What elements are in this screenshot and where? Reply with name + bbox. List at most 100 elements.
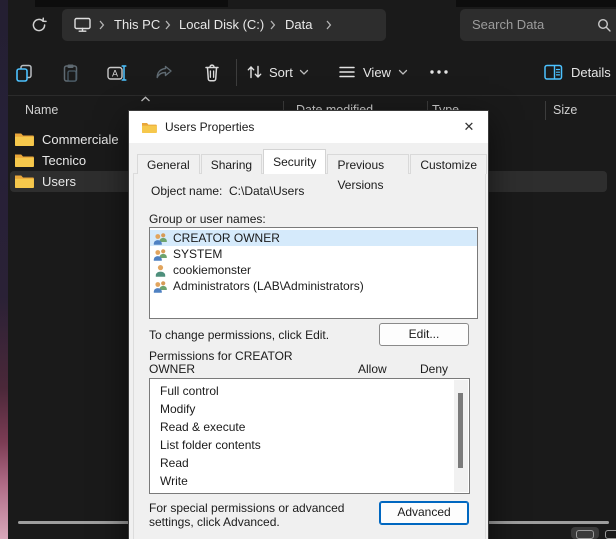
vertical-scrollbar-track[interactable]	[454, 380, 468, 492]
tab-bar-gap	[456, 0, 616, 7]
tab-previous-versions[interactable]: Previous Versions	[327, 154, 409, 174]
delete-icon	[202, 62, 222, 83]
list-item-cookiemonster[interactable]: cookiemonster	[150, 262, 477, 278]
permission-row-modify[interactable]: Modify	[150, 400, 469, 418]
details-panel-icon	[544, 64, 563, 81]
paste-icon	[60, 63, 80, 83]
file-name: Commerciale	[42, 132, 119, 147]
deny-column-label: Deny	[420, 362, 448, 376]
copy-button[interactable]	[14, 63, 34, 83]
principal-name: CREATOR OWNER	[173, 231, 280, 245]
close-icon[interactable]: ✕	[460, 118, 478, 136]
sort-icon	[246, 63, 263, 81]
user-icon	[153, 264, 168, 277]
breadcrumb-item-data[interactable]: Data	[285, 9, 312, 41]
chevron-down-icon	[398, 69, 408, 76]
view-icon	[338, 63, 356, 81]
search-input[interactable]: Search Data	[460, 9, 616, 41]
sort-label: Sort	[269, 65, 293, 80]
advanced-note: For special permissions or advanced sett…	[149, 501, 387, 529]
vertical-scrollbar-thumb[interactable]	[458, 393, 463, 468]
group-icon	[153, 232, 168, 245]
permission-row-special-permissions[interactable]: Special permissions	[150, 490, 469, 494]
copy-icon	[14, 63, 34, 83]
search-icon[interactable]	[596, 17, 612, 33]
permission-row-list-folder-contents[interactable]: List folder contents	[150, 436, 469, 454]
chevron-right-icon	[164, 9, 172, 41]
edit-button[interactable]: Edit...	[379, 323, 469, 346]
breadcrumb-item-local-disk[interactable]: Local Disk (C:)	[179, 9, 264, 41]
object-name-value: C:\Data\Users	[229, 184, 304, 198]
permissions-listbox: Full control Modify Read & execute List …	[149, 378, 470, 494]
object-name-label: Object name:	[151, 184, 222, 198]
dialog-tabs: General Sharing Security Previous Versio…	[137, 149, 488, 174]
rename-button[interactable]: A	[106, 63, 128, 83]
details-view-toggle[interactable]	[571, 527, 599, 539]
breadcrumb-item-this-pc[interactable]: This PC	[114, 9, 160, 41]
file-name: Tecnico	[42, 153, 86, 168]
file-name: Users	[42, 174, 76, 189]
details-button[interactable]: Details	[544, 64, 611, 81]
this-pc-icon	[74, 17, 91, 33]
tab-security[interactable]: Security	[263, 149, 326, 174]
share-icon	[154, 63, 174, 83]
refresh-button[interactable]	[30, 16, 48, 34]
list-item-creator-owner[interactable]: CREATOR OWNER	[150, 230, 477, 246]
desktop-background	[0, 0, 8, 539]
group-icon	[153, 248, 168, 261]
tab-general[interactable]: General	[137, 154, 200, 174]
allow-column-label: Allow	[358, 362, 387, 376]
tab-customize[interactable]: Customize	[410, 154, 487, 174]
tab-sharing[interactable]: Sharing	[201, 154, 262, 174]
see-more-button[interactable]	[428, 68, 450, 76]
principal-name: SYSTEM	[173, 247, 222, 261]
folder-icon	[141, 121, 157, 134]
toolbar-separator	[8, 95, 616, 96]
advanced-button[interactable]: Advanced	[379, 501, 469, 525]
folder-icon	[14, 152, 34, 168]
group-user-listbox: CREATOR OWNER SYSTEM	[149, 227, 478, 319]
folder-icon	[14, 173, 34, 189]
permissions-label: Permissions for CREATOR OWNER	[149, 350, 304, 376]
rename-icon: A	[106, 63, 128, 83]
paste-button[interactable]	[60, 63, 80, 83]
svg-text:A: A	[112, 69, 118, 79]
dialog-titlebar[interactable]: Users Properties ✕	[129, 111, 488, 143]
principal-name: Administrators (LAB\Administrators)	[173, 279, 364, 293]
toolbar-divider	[236, 59, 237, 86]
list-item-administrators[interactable]: Administrators (LAB\Administrators)	[150, 278, 477, 294]
folder-icon	[14, 131, 34, 147]
list-item-system[interactable]: SYSTEM	[150, 246, 477, 262]
thumbnail-view-toggle[interactable]	[605, 530, 616, 539]
breadcrumb: This PC Local Disk (C:) Data	[62, 9, 386, 41]
tab-bar-gap	[35, 0, 228, 7]
permission-row-write[interactable]: Write	[150, 472, 469, 490]
view-label: View	[363, 65, 391, 80]
group-icon	[153, 280, 168, 293]
chevron-right-icon	[98, 9, 106, 41]
principal-name: cookiemonster	[173, 263, 251, 277]
sort-button[interactable]: Sort	[246, 63, 309, 81]
column-header-size[interactable]: Size	[553, 103, 577, 117]
permission-row-read[interactable]: Read	[150, 454, 469, 472]
permission-row-full-control[interactable]: Full control	[150, 382, 469, 400]
chevron-right-icon	[325, 9, 333, 41]
share-button[interactable]	[154, 63, 174, 83]
refresh-icon	[30, 16, 48, 34]
column-separator[interactable]	[545, 101, 546, 120]
edit-note: To change permissions, click Edit.	[149, 328, 329, 342]
sort-ascending-icon	[140, 96, 151, 102]
group-list-label: Group or user names:	[149, 212, 266, 226]
dialog-title: Users Properties	[165, 111, 254, 143]
delete-button[interactable]	[202, 62, 222, 83]
chevron-down-icon	[299, 69, 309, 76]
permission-row-read-execute[interactable]: Read & execute	[150, 418, 469, 436]
column-header-name[interactable]: Name	[25, 103, 58, 117]
screen: This PC Local Disk (C:) Data Search Data	[0, 0, 616, 539]
view-button[interactable]: View	[338, 63, 408, 81]
details-view-icon	[576, 530, 594, 539]
search-placeholder: Search Data	[472, 9, 544, 41]
properties-dialog: Users Properties ✕ General Sharing Secur…	[128, 110, 489, 539]
chevron-right-icon	[269, 9, 277, 41]
details-label: Details	[571, 65, 611, 80]
